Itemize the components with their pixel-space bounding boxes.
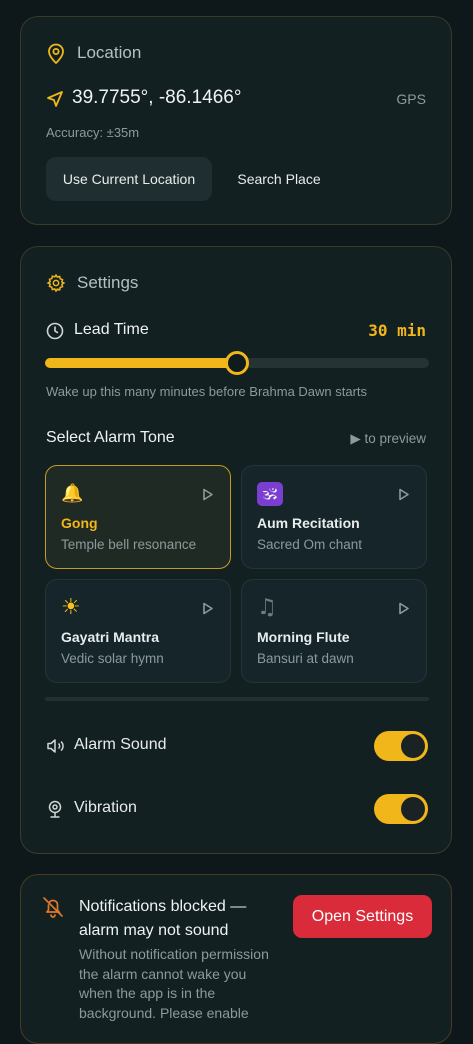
alarm-sound-toggle[interactable] (374, 731, 428, 761)
lead-time-hint: Wake up this many minutes before Brahma … (46, 384, 368, 399)
use-current-location-button[interactable]: Use Current Location (46, 157, 212, 201)
bell-off-icon (41, 895, 65, 919)
search-place-button[interactable]: Search Place (226, 157, 332, 201)
toggle-knob (401, 797, 425, 821)
gear-icon (46, 273, 66, 293)
tone-card-flute[interactable]: ♫ Morning Flute Bansuri at dawn (241, 579, 427, 683)
play-icon[interactable] (398, 602, 410, 620)
tone-name: Gayatri Mantra (61, 629, 160, 645)
notification-warning-card: Notifications blocked — alarm may not so… (20, 874, 452, 1044)
accuracy-text: Accuracy: ±35m (46, 125, 140, 140)
tone-name: Gong (61, 515, 98, 531)
tone-description: Vedic solar hymn (61, 651, 164, 666)
vibration-toggle[interactable] (374, 794, 428, 824)
vibration-label: Vibration (74, 799, 137, 816)
lead-time-value: 30 min (368, 321, 426, 340)
location-title: Location (77, 43, 142, 62)
coordinates-value: 39.7755°, -86.1466° (72, 87, 242, 108)
toggle-knob (401, 734, 425, 758)
slider-thumb[interactable] (225, 351, 249, 375)
tone-description: Temple bell resonance (61, 537, 197, 552)
notification-warning-title: Notifications blocked — alarm may not so… (79, 898, 247, 939)
bell-icon: 🔔 (61, 483, 84, 504)
slider-fill (45, 358, 237, 368)
alarm-sound-label: Alarm Sound (74, 736, 167, 753)
tone-card-aum[interactable]: 🕉 Aum Recitation Sacred Om chant (241, 465, 427, 569)
navigation-arrow-icon (46, 90, 64, 108)
sun-icon: ☀ (61, 595, 81, 620)
tone-description: Bansuri at dawn (257, 651, 354, 666)
location-source-badge: GPS (396, 91, 426, 107)
map-pin-icon (46, 43, 66, 65)
settings-card: Settings Lead Time 30 min Wake up this m… (20, 246, 452, 854)
tone-name: Morning Flute (257, 629, 350, 645)
section-divider (45, 697, 429, 701)
preview-hint: ▶ to preview (350, 431, 426, 446)
play-icon[interactable] (202, 602, 214, 620)
vibration-icon (46, 799, 64, 819)
location-card: Location 39.7755°, -86.1466° GPS Accurac… (20, 16, 452, 225)
play-icon[interactable] (398, 488, 410, 506)
clock-icon (46, 322, 64, 340)
notification-warning-body: Without notification permission the alar… (79, 946, 269, 1021)
tone-name: Aum Recitation (257, 515, 360, 531)
play-icon[interactable] (202, 488, 214, 506)
settings-title: Settings (77, 273, 139, 292)
lead-time-label: Lead Time (74, 321, 149, 338)
om-icon: 🕉 (257, 482, 283, 506)
speaker-icon (46, 737, 66, 755)
alarm-tone-heading: Select Alarm Tone (46, 429, 175, 446)
tone-description: Sacred Om chant (257, 537, 363, 552)
open-settings-button[interactable]: Open Settings (293, 895, 432, 938)
tone-card-gayatri[interactable]: ☀ Gayatri Mantra Vedic solar hymn (45, 579, 231, 683)
tone-card-gong[interactable]: 🔔 Gong Temple bell resonance (45, 465, 231, 569)
lead-time-slider[interactable] (45, 351, 429, 375)
music-note-icon: ♫ (257, 595, 277, 620)
